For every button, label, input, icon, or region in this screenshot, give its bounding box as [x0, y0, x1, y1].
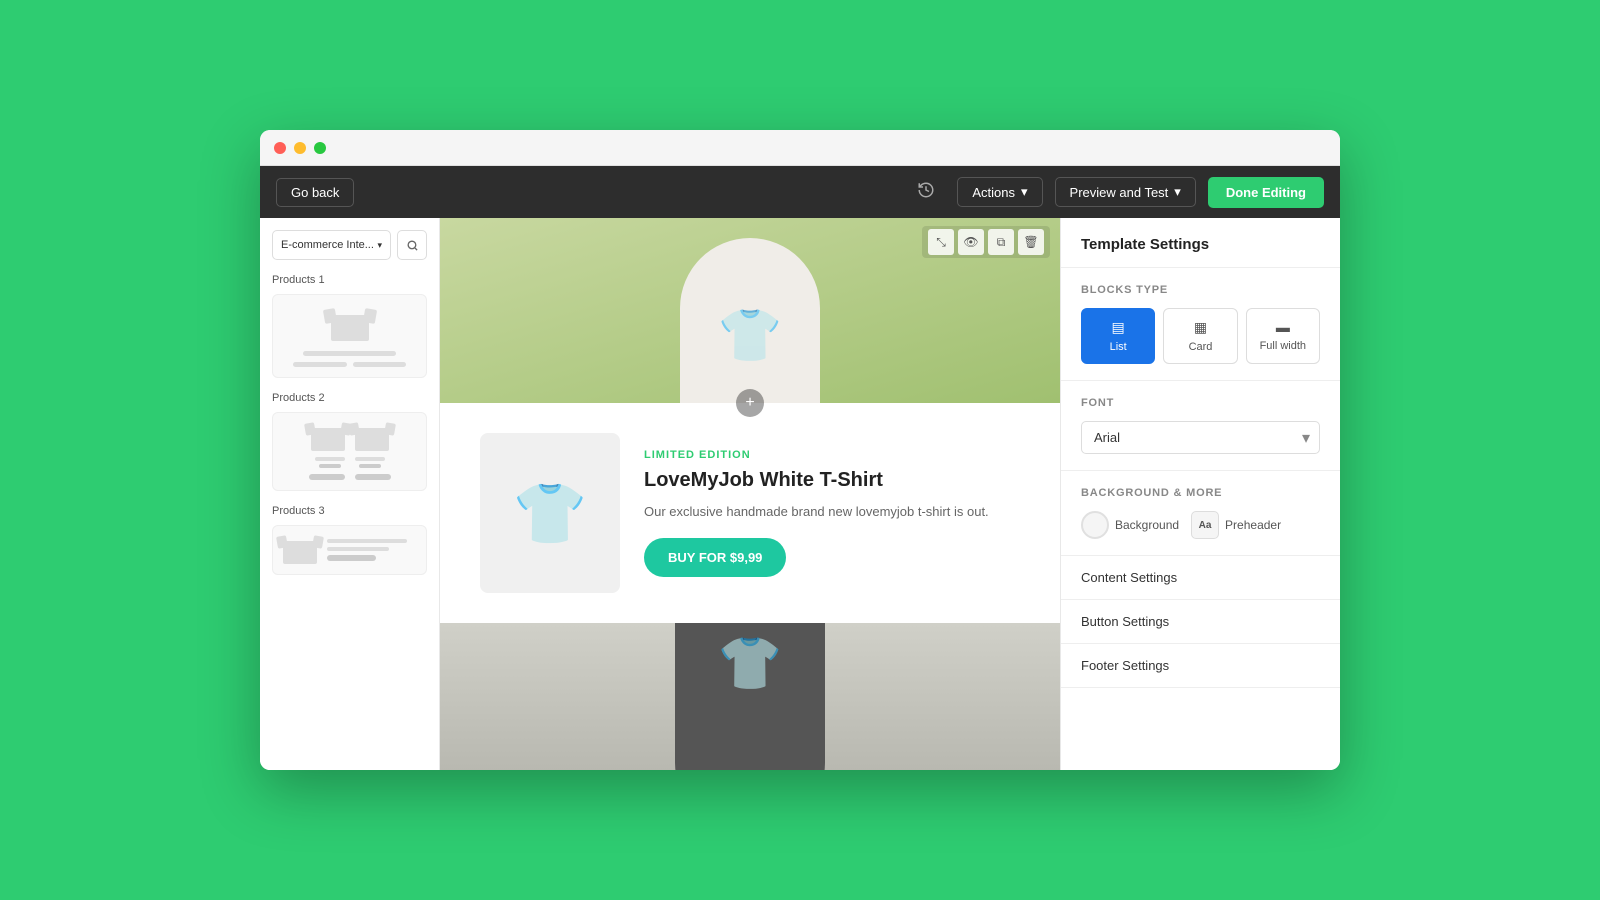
products-1-section: Products 1: [272, 274, 427, 378]
block-type-list-button[interactable]: ▤ List: [1081, 308, 1155, 364]
list-icon: ▤: [1112, 319, 1125, 336]
bg-label: BACKGROUND & MORE: [1081, 487, 1320, 499]
main-layout: E-commerce Inte... ▾ Products 1: [260, 218, 1340, 770]
toolbar-copy-button[interactable]: ⧉: [988, 229, 1014, 255]
product-image: 👕: [480, 433, 620, 593]
preview-test-button[interactable]: Preview and Test ▾: [1055, 177, 1196, 207]
top-banner-block: 👕 ⤡ 👁 ⧉ 🗑 +: [440, 218, 1060, 403]
card-icon: ▦: [1194, 319, 1207, 336]
close-button[interactable]: [274, 142, 286, 154]
product-badge: LIMITED EDITION: [644, 449, 1020, 461]
font-section: FONT Arial: [1061, 381, 1340, 471]
done-editing-button[interactable]: Done Editing: [1208, 177, 1324, 208]
products-3-label: Products 3: [272, 505, 427, 517]
go-back-button[interactable]: Go back: [276, 178, 354, 207]
font-select-wrapper: Arial: [1081, 421, 1320, 454]
left-sidebar: E-commerce Inte... ▾ Products 1: [260, 218, 440, 770]
preheader-button[interactable]: Aa Preheader: [1191, 511, 1281, 539]
blocks-type-options: ▤ List ▦ Card ▬ Full width: [1081, 308, 1320, 364]
products-3-card[interactable]: [272, 525, 427, 575]
products-1-label: Products 1: [272, 274, 427, 286]
fullscreen-button[interactable]: [314, 142, 326, 154]
search-button[interactable]: [397, 230, 427, 260]
top-banner-toolbar: ⤡ 👁 ⧉ 🗑: [922, 226, 1050, 258]
products-2-section: Products 2: [272, 392, 427, 491]
topbar: Go back Actions ▾ Preview and Test ▾ Don…: [260, 166, 1340, 218]
font-label: FONT: [1081, 397, 1320, 409]
integration-dropdown[interactable]: E-commerce Inte... ▾: [272, 230, 391, 260]
products-3-section: Products 3: [272, 505, 427, 575]
history-button[interactable]: [907, 175, 945, 210]
product-info: LIMITED EDITION LoveMyJob White T-Shirt …: [644, 449, 1020, 577]
main-window: Go back Actions ▾ Preview and Test ▾ Don…: [260, 130, 1340, 770]
preheader-icon: Aa: [1191, 511, 1219, 539]
minimize-button[interactable]: [294, 142, 306, 154]
block-type-card-button[interactable]: ▦ Card: [1163, 308, 1237, 364]
blocks-type-section: BLOCKS TYPE ▤ List ▦ Card ▬ Full width: [1061, 268, 1340, 381]
toolbar-expand-button[interactable]: ⤡: [928, 229, 954, 255]
actions-button[interactable]: Actions ▾: [957, 177, 1042, 207]
products-2-card[interactable]: [272, 412, 427, 491]
product-description: Our exclusive handmade brand new lovemyj…: [644, 502, 1020, 522]
toolbar-view-button[interactable]: 👁: [958, 229, 984, 255]
background-color-button[interactable]: Background: [1081, 511, 1179, 539]
email-preview-area: 👕 ⤡ 👁 ⧉ 🗑 + 👕: [440, 218, 1060, 770]
blocks-type-label: BLOCKS TYPE: [1081, 284, 1320, 296]
content-settings-link[interactable]: Content Settings: [1061, 556, 1340, 600]
product-card-block: 👕 LIMITED EDITION LoveMyJob White T-Shir…: [440, 403, 1060, 623]
font-select[interactable]: Arial: [1081, 421, 1320, 454]
fullwidth-icon: ▬: [1276, 319, 1290, 335]
right-panel-title: Template Settings: [1061, 218, 1340, 268]
actions-chevron-icon: ▾: [1021, 184, 1028, 200]
background-section: BACKGROUND & MORE Background Aa Preheade…: [1061, 471, 1340, 556]
block-type-fullwidth-button[interactable]: ▬ Full width: [1246, 308, 1320, 364]
bg-controls-row: Background Aa Preheader: [1081, 511, 1320, 539]
titlebar: [260, 130, 1340, 166]
sidebar-search-row: E-commerce Inte... ▾: [272, 230, 427, 260]
button-settings-link[interactable]: Button Settings: [1061, 600, 1340, 644]
footer-settings-link[interactable]: Footer Settings: [1061, 644, 1340, 688]
products-1-card[interactable]: [272, 294, 427, 378]
product-title: LoveMyJob White T-Shirt: [644, 469, 1020, 492]
products-2-label: Products 2: [272, 392, 427, 404]
buy-button[interactable]: BUY FOR $9,99: [644, 538, 786, 577]
dropdown-chevron-icon: ▾: [377, 240, 382, 251]
product-block-content: 👕 LIMITED EDITION LoveMyJob White T-Shir…: [440, 403, 1060, 623]
toolbar-delete-button[interactable]: 🗑: [1018, 229, 1044, 255]
background-swatch: [1081, 511, 1109, 539]
bottom-banner-block: 👕: [440, 623, 1060, 770]
preview-chevron-icon: ▾: [1174, 184, 1181, 200]
right-panel: Template Settings BLOCKS TYPE ▤ List ▦ C…: [1060, 218, 1340, 770]
add-block-below-button[interactable]: +: [736, 389, 764, 417]
